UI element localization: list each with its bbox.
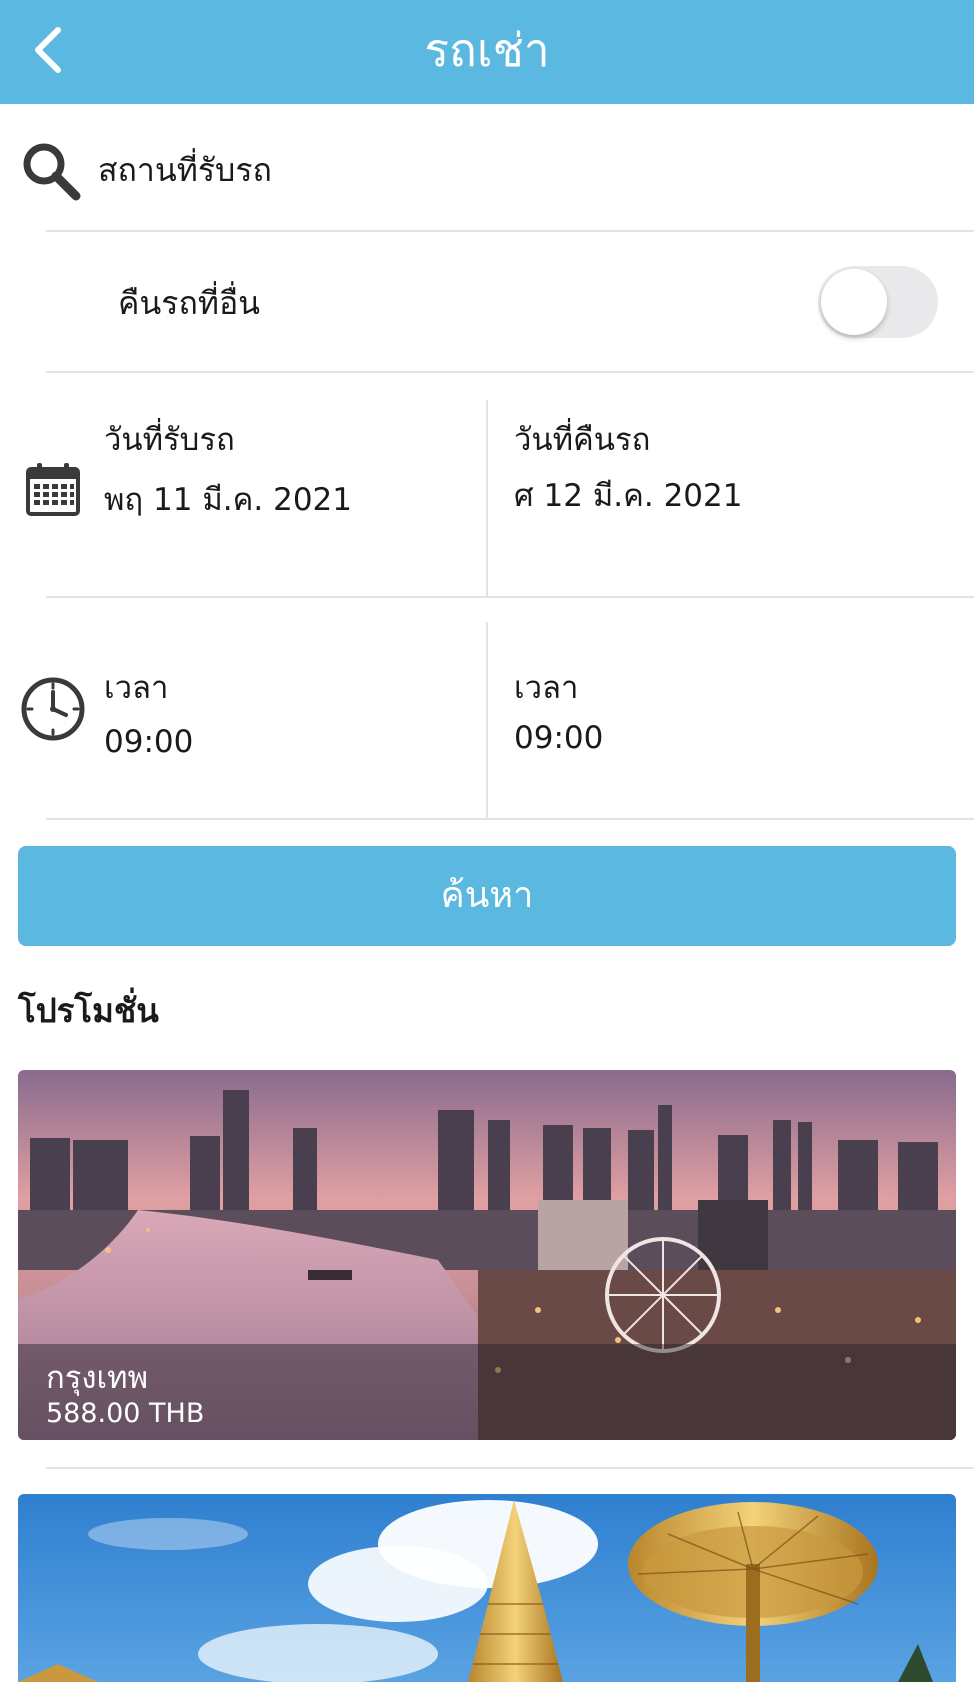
return-elsewhere-row: คืนรถที่อื่น — [0, 232, 974, 372]
promo-card-chiangmai[interactable] — [18, 1494, 956, 1682]
divider — [46, 371, 974, 373]
clock-icon — [21, 677, 85, 741]
return-time-label: เวลา — [514, 670, 579, 706]
column-separator — [486, 400, 488, 596]
pickup-date-field[interactable]: วันที่รับรถ พฤ 11 มี.ค. 2021 — [104, 414, 474, 554]
promo-caption: กรุงเทพ 588.00 THB — [18, 1344, 956, 1440]
page-title: รถเช่า — [424, 23, 550, 77]
divider — [46, 1467, 974, 1469]
return-date-field[interactable]: วันที่คืนรถ ศ 12 มี.ค. 2021 — [514, 414, 944, 554]
return-date-value: ศ 12 มี.ค. 2021 — [514, 478, 743, 514]
pickup-location-input[interactable] — [98, 142, 918, 198]
column-separator — [486, 622, 488, 818]
promo-price: 588.00 THB — [46, 1398, 205, 1429]
promotions-heading: โปรโมชั่น — [18, 991, 159, 1030]
search-button[interactable]: ค้นหา — [18, 846, 956, 946]
return-date-label: วันที่คืนรถ — [514, 422, 651, 458]
return-elsewhere-toggle[interactable] — [818, 266, 938, 338]
pickup-location-row[interactable] — [0, 104, 974, 232]
return-time-value: 09:00 — [514, 720, 604, 756]
promo-card-bangkok[interactable]: กรุงเทพ 588.00 THB — [18, 1070, 956, 1440]
pickup-date-label: วันที่รับรถ — [104, 422, 235, 458]
pickup-date-value: พฤ 11 มี.ค. 2021 — [104, 482, 352, 518]
calendar-icon — [26, 463, 80, 516]
top-nav-bar: รถเช่า — [0, 0, 974, 104]
temple-image — [18, 1494, 956, 1682]
toggle-knob — [821, 269, 887, 335]
dates-row: วันที่รับรถ พฤ 11 มี.ค. 2021 วันที่คืนรถ… — [0, 374, 974, 596]
pickup-time-field[interactable]: เวลา 09:00 — [104, 662, 474, 792]
return-time-field[interactable]: เวลา 09:00 — [514, 662, 944, 792]
search-icon — [23, 143, 81, 201]
times-row: เวลา 09:00 เวลา 09:00 — [0, 598, 974, 820]
pickup-time-label: เวลา — [104, 670, 169, 706]
return-elsewhere-label: คืนรถที่อื่น — [118, 284, 261, 322]
promo-city: กรุงเทพ — [46, 1360, 149, 1396]
divider — [46, 818, 974, 820]
pickup-time-value: 09:00 — [104, 724, 194, 760]
